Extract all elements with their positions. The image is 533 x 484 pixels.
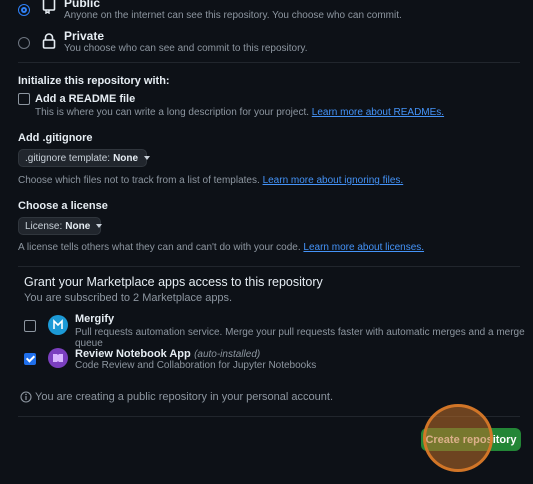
license-heading: Choose a license [18, 200, 108, 212]
marketplace-subheading: You are subscribed to 2 Marketplace apps… [24, 292, 233, 304]
private-title: Private [64, 29, 105, 43]
readme-desc: This is where you can write a long descr… [35, 107, 310, 118]
readme-label[interactable]: Add a README file [35, 93, 135, 105]
review-notebook-name: Review Notebook App [75, 348, 191, 360]
readme-learn-more-link[interactable]: Learn more about READMEs. [312, 107, 444, 118]
license-help: A license tells others what they can and… [18, 242, 424, 253]
initialize-heading: Initialize this repository with: [18, 75, 170, 87]
review-notebook-title: Review Notebook App (auto-installed) [75, 346, 260, 360]
license-dropdown[interactable]: License: None [18, 217, 103, 235]
gitignore-help: Choose which files not to track from a l… [18, 175, 403, 186]
readme-checkbox[interactable] [18, 93, 30, 105]
public-title: Public [64, 0, 101, 10]
review-notebook-checkbox[interactable] [24, 353, 36, 365]
license-learn-more-link[interactable]: Learn more about licenses. [303, 242, 424, 253]
gitignore-dropdown-prefix: .gitignore template: [25, 152, 111, 164]
repo-public-icon [42, 0, 56, 17]
chevron-down-icon [144, 156, 151, 160]
mergify-name: Mergify [75, 313, 115, 325]
notebook-icon [48, 348, 68, 368]
license-dropdown-prefix: License: [25, 220, 63, 232]
license-dropdown-value: None [65, 220, 91, 232]
lock-icon [41, 32, 57, 52]
review-notebook-note: (auto-installed) [194, 349, 261, 360]
gitignore-dropdown-value: None [113, 152, 139, 164]
license-desc: A license tells others what they can and… [18, 242, 301, 253]
public-notice: You are creating a public repository in … [35, 391, 333, 403]
review-notebook-description: Code Review and Collaboration for Jupyte… [75, 360, 317, 371]
mergify-checkbox[interactable] [24, 320, 36, 332]
readme-help: This is where you can write a long descr… [35, 107, 444, 118]
gitignore-learn-more-link[interactable]: Learn more about ignoring files. [263, 175, 404, 186]
divider [18, 62, 520, 63]
chevron-down-icon [96, 224, 103, 228]
create-repository-button[interactable]: Create repository [421, 428, 521, 451]
mergify-icon [48, 315, 68, 335]
private-description: You choose who can see and commit to thi… [64, 43, 308, 54]
info-icon [20, 391, 32, 406]
public-description: Anyone on the internet can see this repo… [64, 10, 402, 21]
private-radio[interactable] [18, 37, 30, 49]
public-radio[interactable] [18, 4, 30, 16]
marketplace-heading: Grant your Marketplace apps access to th… [24, 275, 323, 289]
divider [18, 416, 520, 417]
divider [18, 266, 520, 267]
gitignore-desc: Choose which files not to track from a l… [18, 175, 260, 186]
gitignore-heading: Add .gitignore [18, 132, 93, 144]
gitignore-template-dropdown[interactable]: .gitignore template: None [18, 149, 151, 167]
